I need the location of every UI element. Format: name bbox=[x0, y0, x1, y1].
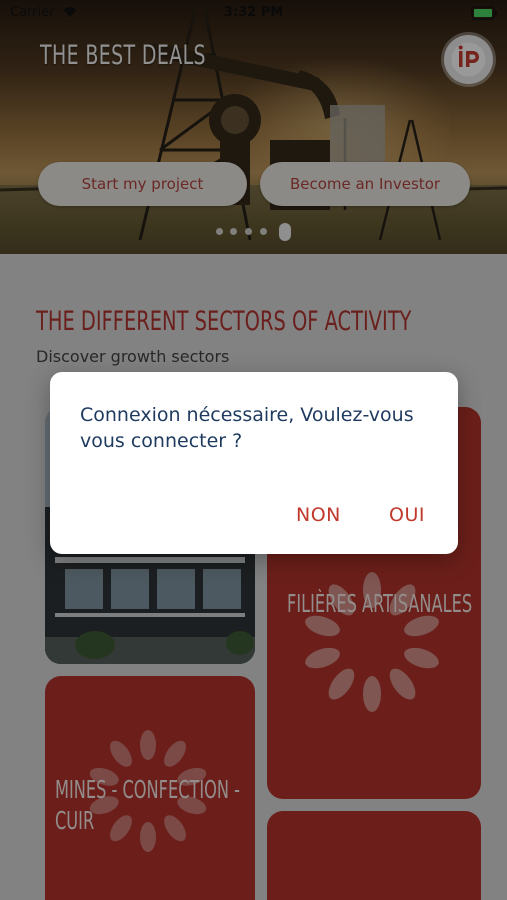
confirm-button[interactable]: OUI bbox=[389, 504, 425, 526]
dialog-message: Connexion nécessaire, Voulez-vous vous c… bbox=[80, 404, 414, 452]
cancel-button[interactable]: NON bbox=[296, 504, 341, 526]
login-required-dialog: Connexion nécessaire, Voulez-vous vous c… bbox=[50, 372, 458, 554]
